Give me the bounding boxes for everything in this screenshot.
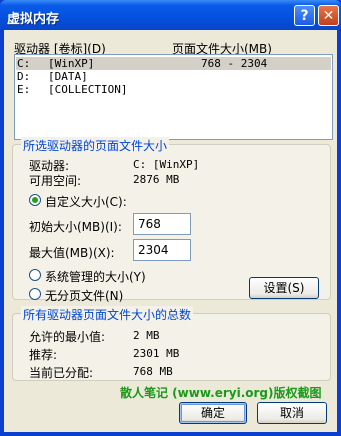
drive-label: [DATA] [48, 70, 88, 83]
initial-size-label: 初始大小(MB)(I): [29, 220, 122, 234]
watermark-text: 散人笔记 (www.eryi.org)版权截图 [120, 386, 322, 400]
title-bar[interactable]: 虚拟内存 ? ✕ [0, 0, 341, 30]
drive-letter: C: [17, 57, 31, 70]
recommended-label: 推荐: [29, 348, 58, 362]
set-button[interactable]: 设置(S) [249, 277, 319, 299]
recommended-value: 2301 MB [133, 347, 180, 360]
system-managed-label[interactable]: 系统管理的大小(Y) [45, 268, 146, 285]
drive-row-c[interactable]: C: [WinXP] 768 - 2304 [16, 57, 331, 70]
drive-value-text: C: [WinXP] [133, 158, 200, 171]
selected-drive-group: 所选驱动器的页面文件大小 驱动器: C: [WinXP] 可用空间: 2876 … [12, 137, 331, 303]
cancel-button[interactable]: 取消 [257, 402, 327, 424]
totals-group: 所有驱动器页面文件大小的总数 允许的最小值: 2 MB 推荐: 2301 MB … [12, 306, 331, 381]
custom-size-label[interactable]: 自定义大小(C): [45, 193, 127, 210]
virtual-memory-dialog: 虚拟内存 ? ✕ 驱动器 [卷标](D) 页面文件大小(MB) C: [WinX… [0, 0, 341, 436]
free-space-value: 2876 MB [133, 173, 180, 186]
dialog-body: 驱动器 [卷标](D) 页面文件大小(MB) C: [WinXP] 768 - … [4, 30, 337, 432]
drive-letter: E: [17, 83, 31, 96]
drive-list[interactable]: C: [WinXP] 768 - 2304 D: [DATA] E: [COLL… [14, 54, 333, 140]
no-paging-file-label[interactable]: 无分页文件(N) [45, 287, 123, 304]
currently-allocated-value: 768 MB [133, 365, 173, 378]
window-title: 虚拟内存 [7, 12, 60, 27]
help-button[interactable]: ? [294, 5, 315, 26]
custom-size-radio[interactable] [29, 194, 41, 206]
min-allowed-label: 允许的最小值: [29, 330, 106, 344]
drive-label: [WinXP] [48, 57, 95, 70]
max-size-label: 最大值(MB)(X): [29, 246, 115, 260]
selected-drive-group-title: 所选驱动器的页面文件大小 [21, 137, 170, 154]
close-button[interactable]: ✕ [318, 5, 339, 26]
initial-size-input[interactable]: 768 [133, 213, 191, 235]
free-space-label: 可用空间: [29, 174, 82, 188]
min-allowed-value: 2 MB [133, 329, 160, 342]
ok-button[interactable]: 确定 [179, 402, 247, 424]
currently-allocated-label: 当前已分配: [29, 366, 94, 380]
drive-size: 768 - 2304 [201, 57, 268, 70]
max-size-input[interactable]: 2304 [133, 239, 191, 261]
drive-label: [COLLECTION] [48, 83, 128, 96]
drive-row-d[interactable]: D: [DATA] [16, 70, 331, 83]
totals-group-title: 所有驱动器页面文件大小的总数 [21, 306, 194, 323]
drive-row-e[interactable]: E: [COLLECTION] [16, 83, 331, 96]
no-paging-file-radio[interactable] [29, 288, 41, 300]
system-managed-radio[interactable] [29, 269, 41, 281]
drive-letter: D: [17, 70, 31, 83]
